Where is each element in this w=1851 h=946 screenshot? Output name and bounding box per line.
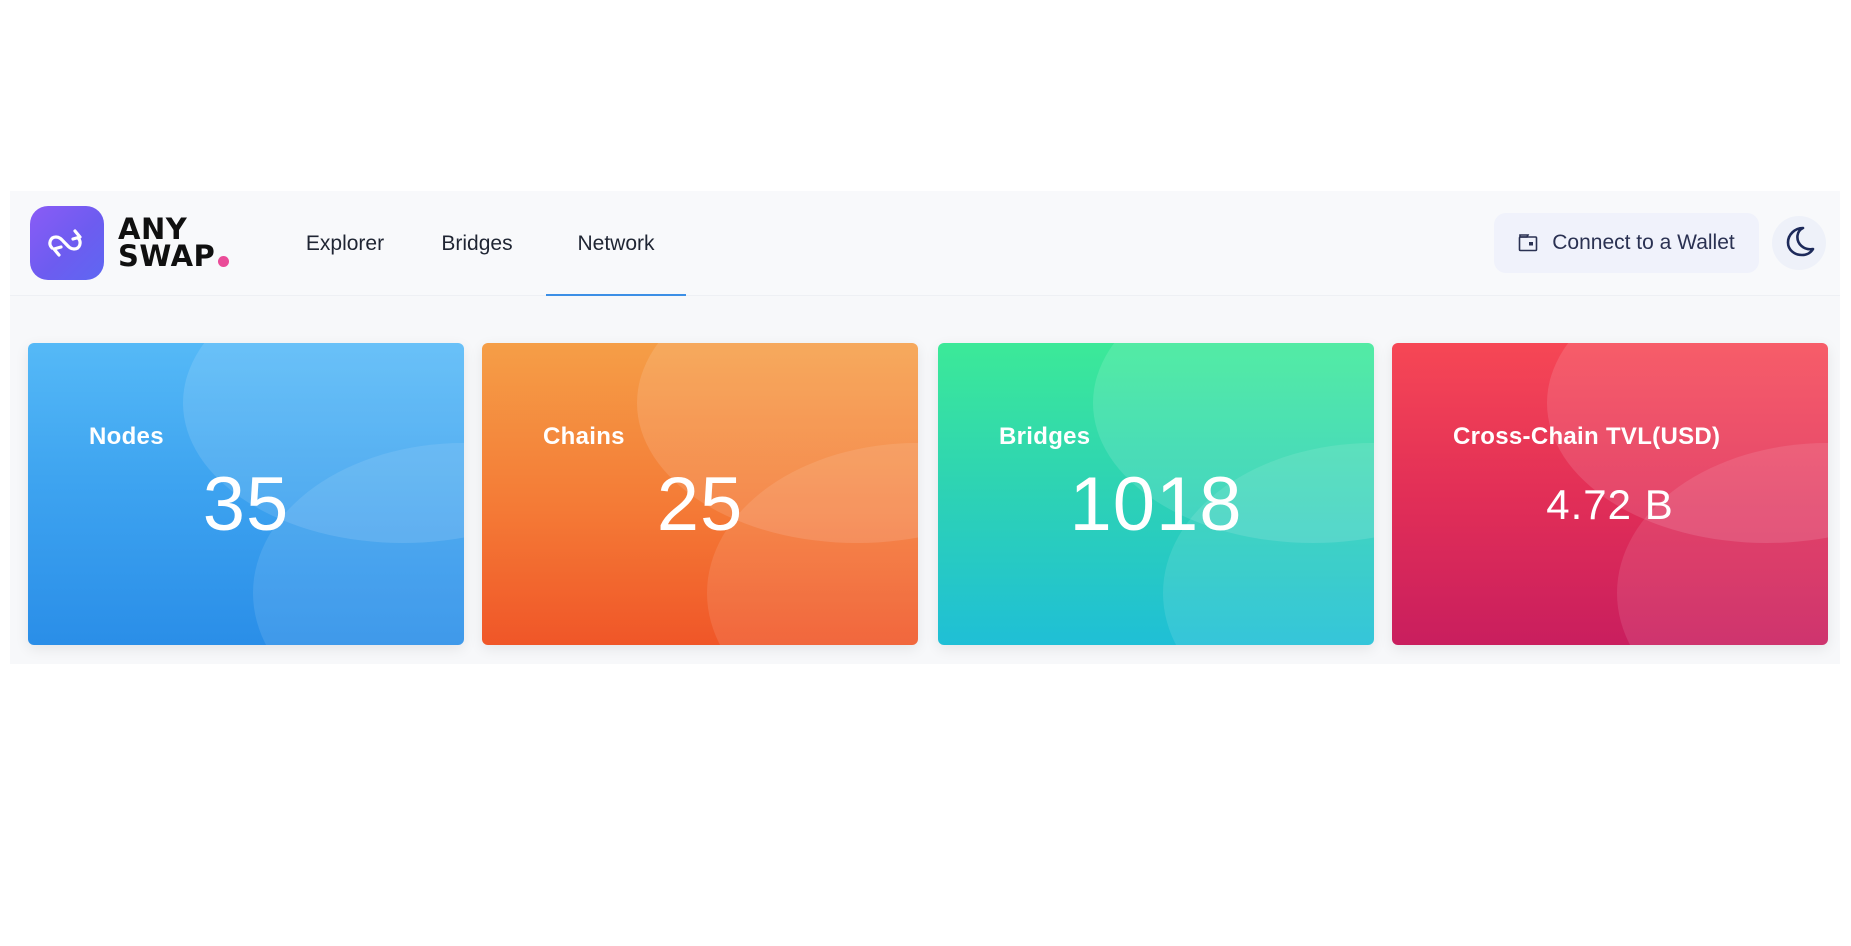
nav-bridges[interactable]: Bridges (408, 191, 546, 296)
nav-network[interactable]: Network (546, 191, 686, 296)
stat-card-bridges: Bridges 1018 (938, 343, 1374, 645)
brand-dot (218, 256, 230, 267)
stat-value: 1018 (1069, 462, 1243, 547)
brand-line-2: SWAP (118, 239, 216, 273)
moon-icon (1782, 224, 1816, 263)
connect-wallet-button[interactable]: Connect to a Wallet (1494, 213, 1759, 273)
top-header: ANY SWAP Explorer Bridges Network Connec… (10, 191, 1840, 296)
stat-label: Chains (543, 423, 625, 450)
brand-logo[interactable]: ANY SWAP (30, 205, 230, 281)
stat-value: 4.72 B (1546, 481, 1674, 528)
theme-toggle-button[interactable] (1772, 216, 1826, 270)
stat-card-nodes: Nodes 35 (28, 343, 464, 645)
nav-explorer[interactable]: Explorer (282, 191, 408, 296)
brand-wordmark: ANY SWAP (118, 215, 230, 273)
stat-card-chains: Chains 25 (482, 343, 918, 645)
stat-value: 25 (656, 462, 744, 547)
stat-label: Bridges (999, 423, 1091, 450)
stat-label: Cross-Chain TVL(USD) (1453, 423, 1721, 450)
connect-wallet-label: Connect to a Wallet (1552, 231, 1735, 254)
stat-value: 35 (202, 462, 290, 547)
main-nav: Explorer Bridges Network (282, 191, 686, 296)
wallet-icon (1518, 234, 1538, 252)
app-frame: ANY SWAP Explorer Bridges Network Connec… (10, 191, 1840, 664)
stats-cards: Nodes 35 Chains 25 Bridges 1018 Cross-Ch… (28, 343, 1828, 645)
swap-arrows-icon (30, 206, 104, 280)
stat-label: Nodes (89, 423, 164, 450)
stat-card-tvl: Cross-Chain TVL(USD) 4.72 B (1392, 343, 1828, 645)
